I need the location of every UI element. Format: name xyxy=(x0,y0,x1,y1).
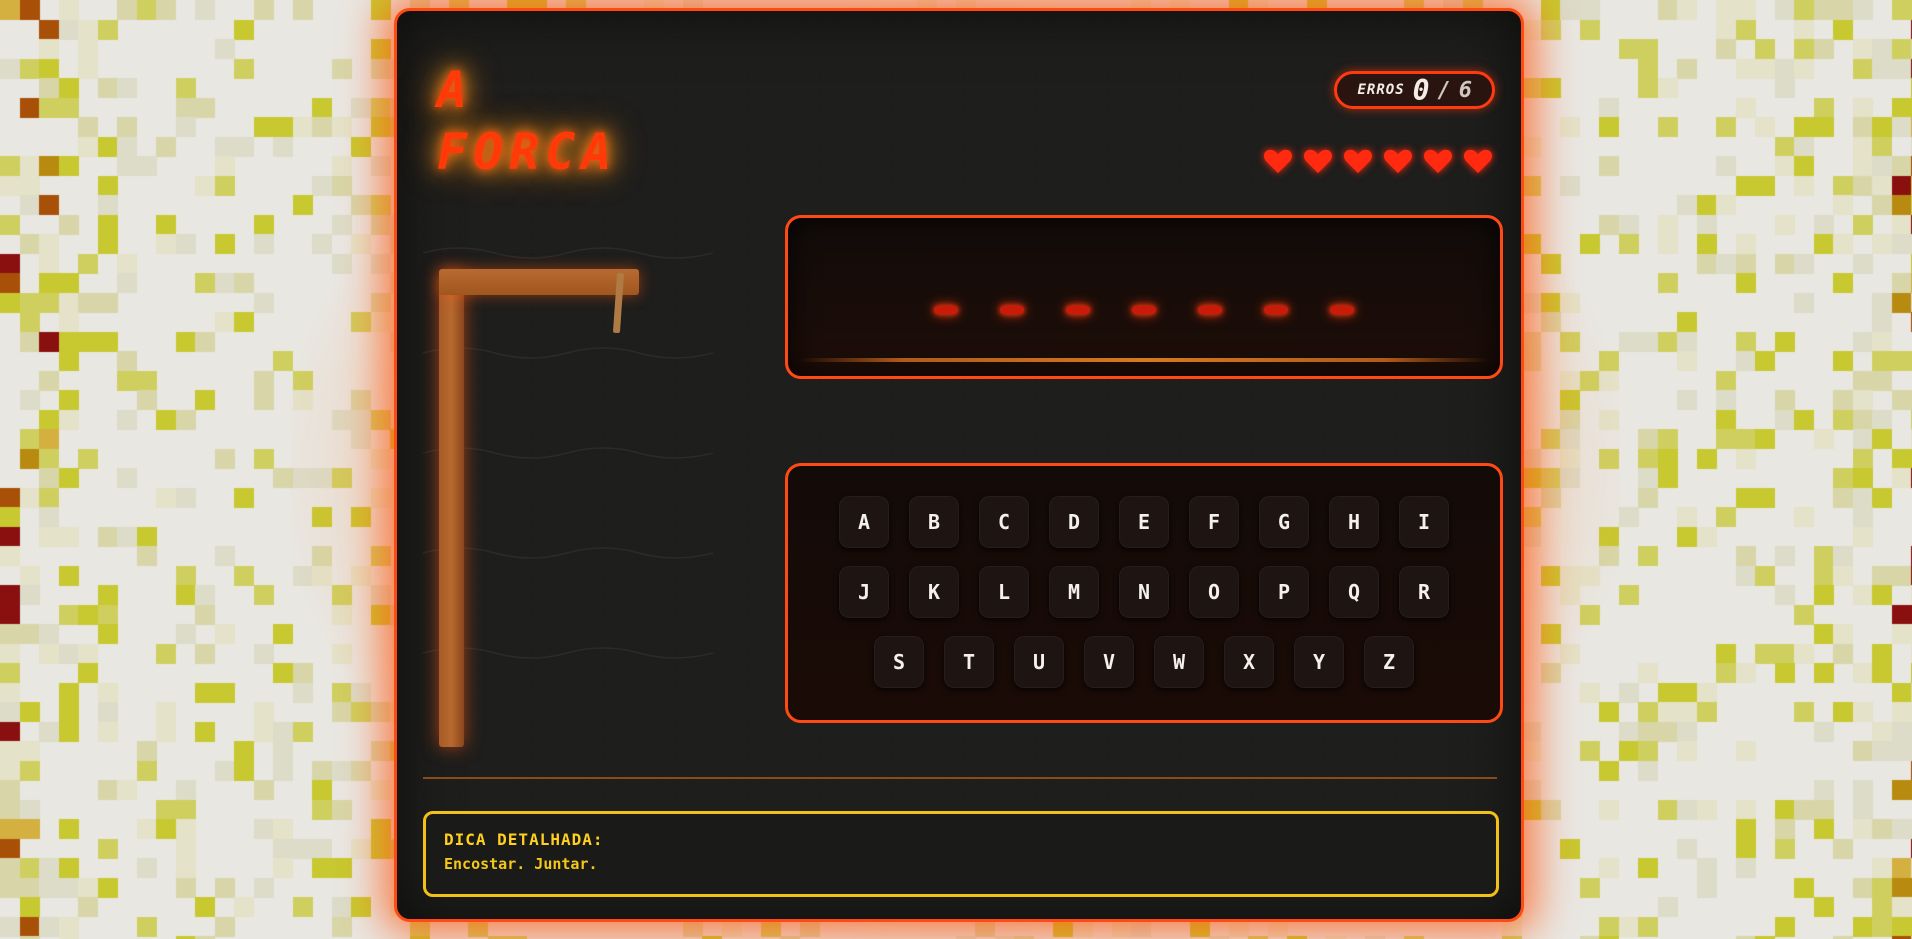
hint-box: DICA DETALHADA: Encostar. Juntar. xyxy=(423,811,1499,897)
letter-slot xyxy=(1198,306,1222,314)
keyboard-row: STUVWXYZ xyxy=(788,636,1500,688)
word-slots xyxy=(788,306,1500,314)
key-o[interactable]: O xyxy=(1189,566,1239,618)
heart-icon xyxy=(1263,147,1293,175)
letter-slot xyxy=(1066,306,1090,314)
game-title-line-1: A xyxy=(437,61,474,119)
game-title-line-2: FORCA xyxy=(437,123,618,181)
game-panel: A FORCA ERROS 0 / 6 ABCDEFGHIJKLMNOPQRST… xyxy=(394,8,1524,922)
letter-slot xyxy=(1264,306,1288,314)
key-h[interactable]: H xyxy=(1329,496,1379,548)
gallows-post xyxy=(439,271,464,747)
key-x[interactable]: X xyxy=(1224,636,1274,688)
letter-slot xyxy=(1000,306,1024,314)
keyboard-row: JKLMNOPQR xyxy=(788,566,1500,618)
heart-icon xyxy=(1423,147,1453,175)
errors-count: 0 xyxy=(1412,73,1430,107)
key-t[interactable]: T xyxy=(944,636,994,688)
key-w[interactable]: W xyxy=(1154,636,1204,688)
key-i[interactable]: I xyxy=(1399,496,1449,548)
letter-slot xyxy=(934,306,958,314)
key-b[interactable]: B xyxy=(909,496,959,548)
key-e[interactable]: E xyxy=(1119,496,1169,548)
key-m[interactable]: M xyxy=(1049,566,1099,618)
key-u[interactable]: U xyxy=(1014,636,1064,688)
heart-icon xyxy=(1343,147,1373,175)
key-j[interactable]: J xyxy=(839,566,889,618)
errors-separator: / xyxy=(1437,77,1451,103)
errors-label: ERROS xyxy=(1357,82,1405,98)
key-s[interactable]: S xyxy=(874,636,924,688)
gallows-beam xyxy=(439,269,639,295)
game-title: A FORCA xyxy=(437,59,737,183)
errors-max: 6 xyxy=(1458,77,1472,103)
letter-keyboard: ABCDEFGHI JKLMNOPQR STUVWXYZ xyxy=(785,463,1503,723)
key-z[interactable]: Z xyxy=(1364,636,1414,688)
heart-icon xyxy=(1303,147,1333,175)
lives-hearts xyxy=(1263,147,1493,175)
key-d[interactable]: D xyxy=(1049,496,1099,548)
keyboard-row: ABCDEFGHI xyxy=(788,496,1500,548)
key-c[interactable]: C xyxy=(979,496,1029,548)
letter-slot xyxy=(1132,306,1156,314)
section-divider xyxy=(423,777,1497,779)
gallows xyxy=(423,211,713,751)
word-display xyxy=(785,215,1503,379)
heart-icon xyxy=(1463,147,1493,175)
key-q[interactable]: Q xyxy=(1329,566,1379,618)
key-n[interactable]: N xyxy=(1119,566,1169,618)
word-underline xyxy=(800,358,1488,362)
key-a[interactable]: A xyxy=(839,496,889,548)
key-k[interactable]: K xyxy=(909,566,959,618)
heart-icon xyxy=(1383,147,1413,175)
key-f[interactable]: F xyxy=(1189,496,1239,548)
hint-title: DICA DETALHADA: xyxy=(444,830,604,849)
key-r[interactable]: R xyxy=(1399,566,1449,618)
key-y[interactable]: Y xyxy=(1294,636,1344,688)
key-v[interactable]: V xyxy=(1084,636,1134,688)
letter-slot xyxy=(1330,306,1354,314)
key-l[interactable]: L xyxy=(979,566,1029,618)
key-g[interactable]: G xyxy=(1259,496,1309,548)
errors-counter: ERROS 0 / 6 xyxy=(1334,71,1495,109)
hint-text: Encostar. Juntar. xyxy=(444,855,598,873)
key-p[interactable]: P xyxy=(1259,566,1309,618)
